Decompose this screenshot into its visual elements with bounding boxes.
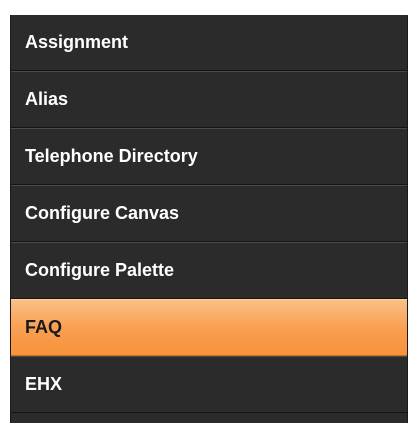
menu-item-configure-canvas[interactable]: Configure Canvas [11, 185, 407, 242]
menu-item-label: Alias [25, 89, 69, 109]
menu-item-label: Assignment [25, 32, 129, 52]
menu-item-ehx[interactable]: EHX [11, 356, 407, 413]
menu-item-label: Configure Palette [25, 260, 175, 280]
menu-item-label: EHX [25, 374, 63, 394]
menu-item-alias[interactable]: Alias [11, 71, 407, 128]
menu-item-label: FAQ [25, 317, 63, 337]
menu-item-configure-palette[interactable]: Configure Palette [11, 242, 407, 299]
menu-item-assignment[interactable]: Assignment [11, 15, 407, 71]
navigation-menu: Assignment Alias Telephone Directory Con… [10, 15, 408, 423]
menu-item-telephone-directory[interactable]: Telephone Directory [11, 128, 407, 185]
menu-item-label: Telephone Directory [25, 146, 198, 166]
menu-item-label: Configure Canvas [25, 203, 180, 223]
menu-item-faq[interactable]: FAQ [11, 299, 407, 356]
